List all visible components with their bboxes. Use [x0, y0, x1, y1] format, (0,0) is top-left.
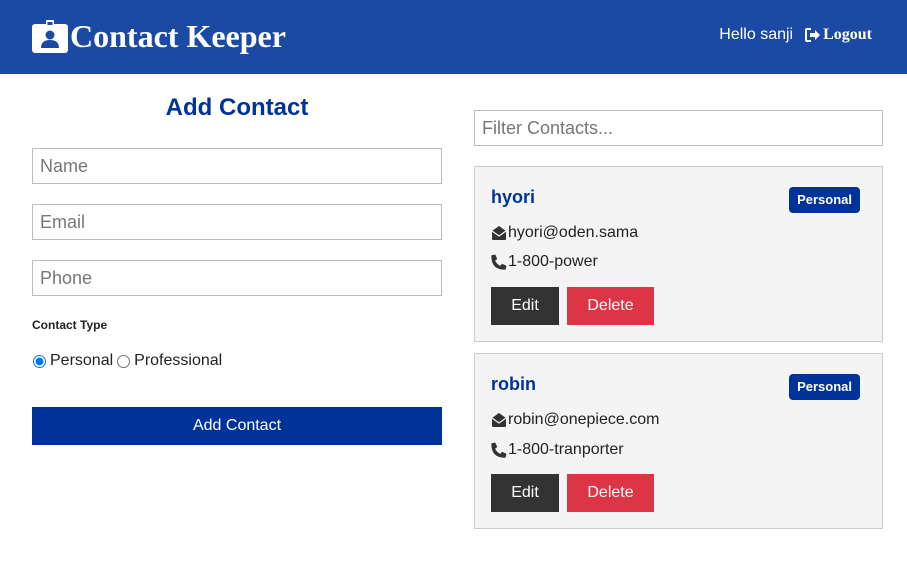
contact-type-label: Contact Type	[32, 318, 108, 332]
contact-email-row: robin@onepiece.com	[491, 411, 659, 429]
add-contact-button[interactable]: Add Contact	[32, 407, 442, 445]
contact-card: hyori Personal hyori@oden.sama 1-800-pow…	[474, 166, 883, 342]
contact-type-radio-group: Personal Professional	[32, 352, 225, 370]
form-title: Add Contact	[165, 94, 309, 121]
envelope-open-icon	[491, 413, 507, 427]
email-input[interactable]	[32, 204, 442, 240]
contact-type-badge: Personal	[789, 187, 860, 213]
phone-input[interactable]	[32, 260, 442, 296]
contact-type-badge: Personal	[789, 374, 860, 400]
delete-button[interactable]: Delete	[567, 474, 654, 512]
radio-personal[interactable]	[33, 354, 46, 368]
app-title: Contact Keeper	[70, 18, 286, 54]
logout-label: Logout	[823, 26, 872, 43]
filter-input[interactable]	[474, 110, 883, 146]
nav-right: Hello sanji Logout	[719, 26, 872, 44]
contact-phone: 1-800-tranporter	[508, 441, 624, 458]
logout-link[interactable]: Logout	[805, 26, 872, 44]
contact-email: hyori@oden.sama	[508, 224, 639, 241]
user-greeting: Hello sanji	[719, 26, 794, 43]
contact-phone: 1-800-power	[508, 253, 598, 270]
contact-card: robin Personal robin@onepiece.com 1-800-…	[474, 353, 883, 529]
contact-name: robin	[491, 374, 536, 394]
envelope-open-icon	[491, 226, 507, 240]
contact-email-row: hyori@oden.sama	[491, 224, 638, 242]
contact-phone-row: 1-800-power	[491, 253, 598, 271]
edit-button[interactable]: Edit	[491, 474, 559, 512]
id-badge-icon	[32, 19, 68, 53]
brand[interactable]: Contact Keeper	[32, 16, 286, 56]
radio-professional[interactable]	[117, 354, 131, 368]
sign-out-icon	[805, 28, 821, 42]
name-input[interactable]	[32, 148, 442, 184]
radio-personal-label[interactable]: Personal	[50, 352, 113, 370]
edit-button[interactable]: Edit	[491, 287, 559, 325]
contact-phone-row: 1-800-tranporter	[491, 441, 624, 459]
phone-icon	[491, 254, 507, 270]
phone-icon	[491, 442, 507, 458]
contact-email: robin@onepiece.com	[508, 411, 660, 428]
radio-professional-label[interactable]: Professional	[134, 352, 222, 370]
delete-button[interactable]: Delete	[567, 287, 654, 325]
navbar: Contact Keeper Hello sanji Logout	[0, 0, 907, 74]
contact-name: hyori	[491, 187, 536, 207]
